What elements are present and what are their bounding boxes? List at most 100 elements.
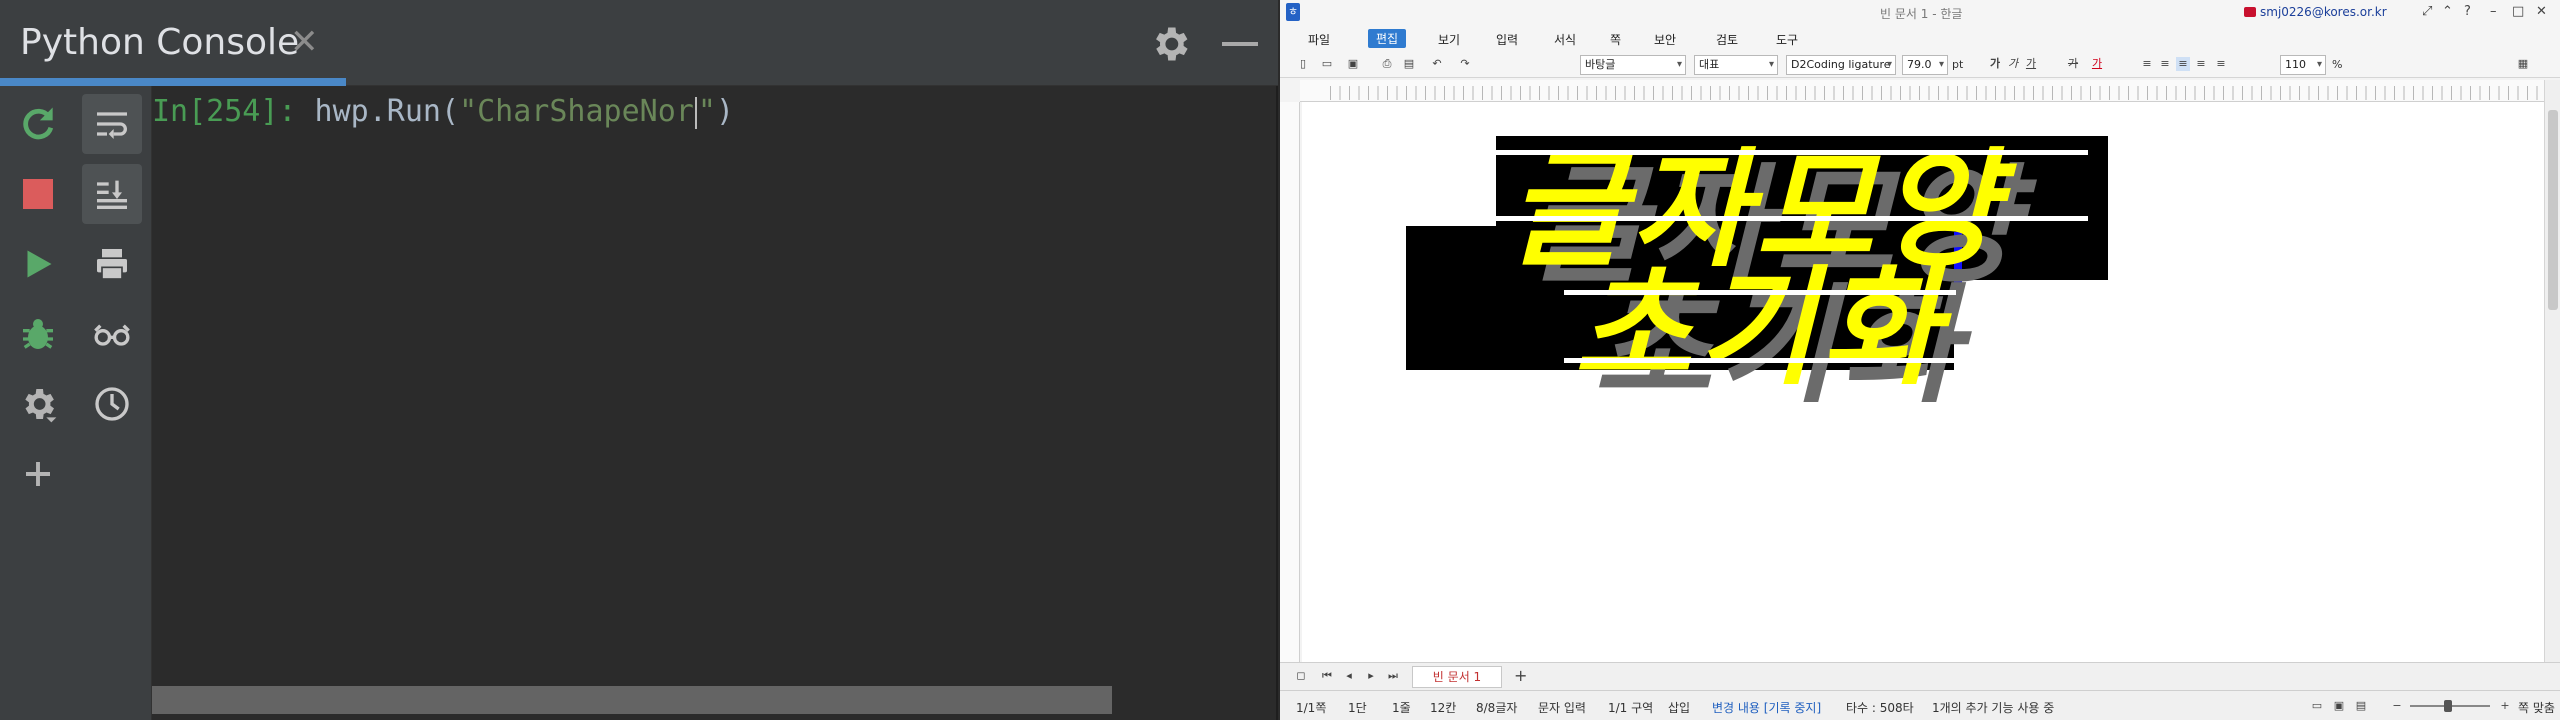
- lang-combo[interactable]: 대표: [1694, 55, 1778, 75]
- horizontal-scrollbar[interactable]: [152, 686, 1112, 714]
- menu-view[interactable]: 보기: [1438, 31, 1460, 48]
- line-spacing-input[interactable]: 110: [2280, 55, 2326, 75]
- view-normal-icon[interactable]: ▭: [2310, 699, 2324, 713]
- run-icon[interactable]: [8, 234, 68, 294]
- gear-icon[interactable]: [1148, 22, 1192, 66]
- minimize-window-icon[interactable]: –: [2490, 4, 2497, 19]
- history-clock-icon[interactable]: [82, 374, 142, 434]
- menu-review[interactable]: 검토: [1716, 31, 1738, 48]
- tab-last-icon[interactable]: ⏭: [1386, 669, 1400, 683]
- soft-wrap-icon[interactable]: [82, 94, 142, 154]
- line-spacing-unit: %: [2332, 58, 2343, 71]
- zoom-fit[interactable]: 쪽 맞춤: [2518, 699, 2555, 716]
- settings-gear-icon[interactable]: [8, 374, 68, 434]
- bold-icon[interactable]: 가: [1988, 57, 2002, 71]
- scrollbar-thumb[interactable]: [2548, 110, 2558, 310]
- maximize-window-icon[interactable]: □: [2512, 4, 2524, 19]
- menu-security[interactable]: 보안: [1654, 31, 1676, 48]
- view-variables-icon[interactable]: [82, 304, 142, 364]
- font-combo[interactable]: D2Coding ligature: [1786, 55, 1896, 75]
- console-tab-title[interactable]: Python Console: [20, 22, 299, 63]
- fullscreen-icon[interactable]: ⤢: [2422, 4, 2432, 19]
- menu-edit[interactable]: 편집: [1368, 29, 1407, 48]
- status-column: 1단: [1348, 701, 1367, 715]
- tab-prev-icon[interactable]: ◂: [1342, 669, 1356, 683]
- redo-icon[interactable]: ↷: [1458, 57, 1472, 71]
- vertical-ruler[interactable]: [1280, 102, 1300, 662]
- status-chars: 8/8글자: [1476, 701, 1518, 715]
- status-line: 1줄: [1392, 701, 1411, 715]
- tab-first-icon[interactable]: ⏮: [1320, 669, 1334, 683]
- menu-tools[interactable]: 도구: [1776, 31, 1798, 48]
- hwp-menubar: 파일 편집 보기 입력 서식 쪽 보안 검토 도구: [1280, 26, 2560, 52]
- rerun-icon[interactable]: [8, 94, 68, 154]
- console-header: Python Console ✕: [0, 0, 1278, 86]
- italic-icon[interactable]: 가: [2006, 57, 2020, 71]
- underline-icon[interactable]: 가: [2024, 57, 2038, 71]
- strike-line-2b: [1564, 358, 1956, 363]
- print-doc-icon[interactable]: ⎙: [1380, 57, 1394, 71]
- code-close-paren: ): [715, 94, 734, 129]
- debug-icon[interactable]: [8, 304, 68, 364]
- status-bar: 1/1쪽 1단 1줄 12칸 8/8글자 문자 입력 1/1 구역 삽입 변경 …: [1280, 690, 2560, 720]
- add-tab-icon[interactable]: +: [1514, 666, 1527, 685]
- strike-icon[interactable]: 가: [2066, 57, 2080, 71]
- document-page[interactable]: 글자모양 글자모양 초기화 초기화: [1302, 102, 2552, 662]
- strike-line-1a: [1496, 150, 2088, 155]
- vertical-scrollbar[interactable]: [2544, 80, 2560, 662]
- minimize-icon[interactable]: [1222, 42, 1258, 46]
- close-icon[interactable]: ✕: [290, 22, 319, 62]
- document-tab[interactable]: 빈 문서 1: [1412, 666, 1502, 688]
- help-icon[interactable]: ?: [2464, 4, 2471, 19]
- doc-line2-text[interactable]: 초기화: [1574, 224, 1945, 409]
- console-editor[interactable]: In[254]: hwp.Run("CharShapeNor "): [152, 86, 1276, 720]
- console-input-line[interactable]: In[254]: hwp.Run("CharShapeNor "): [152, 94, 734, 129]
- text-caret: [694, 96, 697, 129]
- close-window-icon[interactable]: ✕: [2536, 4, 2547, 19]
- status-insert[interactable]: 삽입: [1668, 699, 1690, 716]
- menu-file[interactable]: 파일: [1308, 31, 1330, 48]
- print-icon[interactable]: [82, 234, 142, 294]
- horizontal-ruler[interactable]: [1300, 80, 2550, 102]
- preview-icon[interactable]: ▤: [1402, 57, 1416, 71]
- ribbon-toggle-icon[interactable]: ⌃: [2442, 4, 2453, 19]
- save-icon[interactable]: ▣: [1346, 57, 1360, 71]
- open-doc-icon[interactable]: ▭: [1320, 57, 1334, 71]
- new-doc-icon[interactable]: ▯: [1296, 57, 1310, 71]
- zoom-out-icon[interactable]: −: [2390, 699, 2404, 713]
- zoom-slider[interactable]: [2410, 700, 2490, 712]
- view-page-icon[interactable]: ▣: [2332, 699, 2346, 713]
- zoom-in-icon[interactable]: +: [2498, 699, 2512, 713]
- status-page[interactable]: 1/1쪽: [1296, 699, 1326, 716]
- tab-nav-icon[interactable]: ◻: [1294, 669, 1308, 683]
- status-addons[interactable]: 1개의 추가 기능 사용 중: [1932, 699, 2054, 716]
- active-tab-indicator: [0, 78, 346, 86]
- zoom-slider-thumb[interactable]: [2444, 700, 2452, 712]
- status-zone: 1/1 구역: [1608, 701, 1654, 715]
- align-distribute-icon[interactable]: ≡: [2214, 57, 2228, 71]
- tab-next-icon[interactable]: ▸: [1364, 669, 1378, 683]
- scroll-to-end-icon[interactable]: [82, 164, 142, 224]
- undo-icon[interactable]: ↶: [1430, 57, 1444, 71]
- add-icon[interactable]: [8, 444, 68, 504]
- strike-line-1b: [1496, 216, 2088, 221]
- font-size-input[interactable]: 79.0: [1902, 55, 1948, 75]
- menu-page[interactable]: 쪽: [1610, 31, 1621, 48]
- align-right-icon[interactable]: ≡: [2194, 57, 2208, 71]
- align-center-icon[interactable]: ≡: [2176, 57, 2190, 71]
- align-justify-icon[interactable]: ≡: [2140, 57, 2154, 71]
- stop-icon[interactable]: [8, 164, 68, 224]
- style-combo[interactable]: 바탕글: [1580, 55, 1686, 75]
- status-col: 12칸: [1430, 701, 1457, 715]
- font-color-icon[interactable]: 가: [2090, 57, 2104, 71]
- menu-format[interactable]: 서식: [1554, 31, 1576, 48]
- hangul-window: ㅎ 빈 문서 1 - 한글 smj0226@kores.or.kr ⤢ ⌃ ? …: [1280, 0, 2560, 720]
- status-count: 타수 : 508타: [1846, 701, 1914, 715]
- more-tools-icon[interactable]: ▦: [2516, 57, 2530, 71]
- hangul-app-icon[interactable]: ㅎ: [1286, 3, 1300, 21]
- status-track-changes[interactable]: 변경 내용 [기록 중지]: [1712, 699, 1821, 716]
- user-account[interactable]: smj0226@kores.or.kr: [2260, 5, 2387, 19]
- align-left-icon[interactable]: ≡: [2158, 57, 2172, 71]
- view-web-icon[interactable]: ▤: [2354, 699, 2368, 713]
- menu-insert[interactable]: 입력: [1496, 31, 1518, 48]
